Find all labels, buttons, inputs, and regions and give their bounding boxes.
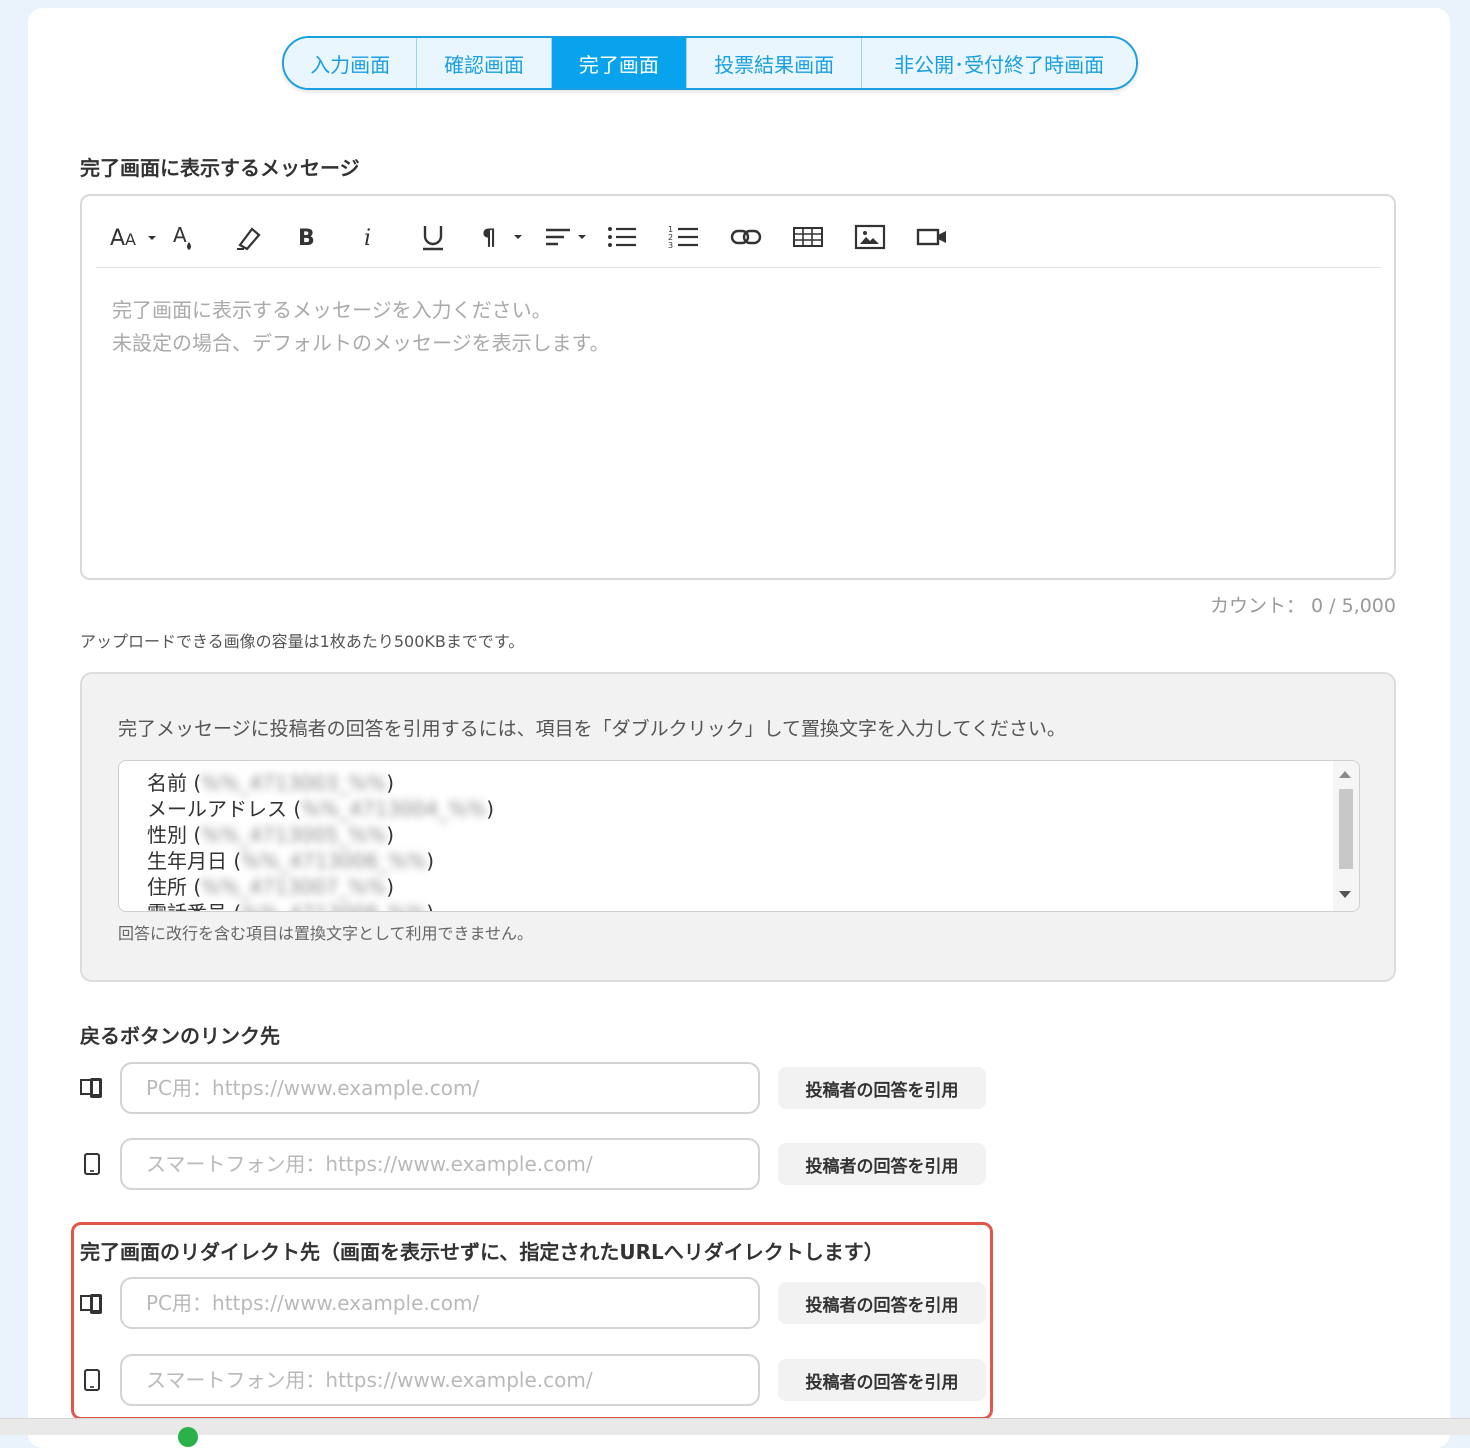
smartphone-icon (82, 1368, 102, 1396)
svg-text:A: A (125, 230, 136, 249)
screen-tabs: 入力画面 確認画面 完了画面 投票結果画面 非公開･受付終了時画面 (282, 36, 1138, 90)
bottom-bar (0, 1418, 1470, 1447)
tab-confirm-screen[interactable]: 確認画面 (417, 38, 552, 88)
list-item-end: ) (386, 823, 395, 847)
list-item-phone[interactable]: 電話番号 (%%_4713008_%%) (147, 897, 434, 911)
quote-answer-box: 完了メッセージに投稿者の回答を引用するには、項目を「ダブルクリック」して置換文字… (80, 672, 1396, 982)
list-item-end: ) (426, 901, 434, 911)
tab-input-screen[interactable]: 入力画面 (284, 38, 418, 88)
character-count: カウント： 0 / 5,000 (1209, 595, 1396, 617)
quote-instruction: 完了メッセージに投稿者の回答を引用するには、項目を「ダブルクリック」して置換文字… (118, 718, 1066, 740)
scroll-up-icon[interactable] (1339, 771, 1351, 778)
tab-complete-screen[interactable]: 完了画面 (551, 38, 688, 88)
upload-limit-note: アップロードできる画像の容量は1枚あたり500KBまでです。 (80, 632, 525, 651)
list-item-name[interactable]: 名前 (%%_4713003_%%) (147, 767, 394, 796)
redirect-pc-quote-button[interactable]: 投稿者の回答を引用 (778, 1282, 986, 1324)
bold-icon[interactable]: B (296, 217, 358, 257)
tab-closed-screen[interactable]: 非公開･受付終了時画面 (862, 38, 1136, 88)
editor-toolbar: AA A B i ¶ 123 (96, 206, 1382, 268)
list-item-label: メールアドレス ( (147, 797, 302, 821)
scroll-down-icon[interactable] (1339, 891, 1351, 898)
message-editor[interactable]: AA A B i ¶ 123 完了画面に表示するメッセージを入力ください。 未設… (80, 194, 1396, 580)
quote-note: 回答に改行を含む項目は置換文字として利用できません。 (118, 924, 534, 943)
align-icon[interactable] (544, 217, 606, 257)
pc-smartphone-icon (80, 1076, 104, 1104)
image-icon[interactable] (854, 217, 916, 257)
back-link-sp-input[interactable] (120, 1138, 760, 1190)
table-icon[interactable] (792, 217, 854, 257)
list-item-address[interactable]: 住所 (%%_4713007_%%) (147, 871, 394, 900)
list-item-code: %%_4713006_%% (241, 849, 427, 873)
list-item-gender[interactable]: 性別 (%%_4713005_%%) (147, 819, 394, 848)
status-dot-icon (178, 1427, 198, 1447)
svg-text:B: B (298, 226, 315, 251)
list-item-end: ) (426, 849, 435, 873)
svg-text:3: 3 (668, 241, 673, 250)
redirect-title: 完了画面のリダイレクト先（画面を表示せずに、指定されたURLへリダイレクトします… (80, 1240, 884, 1264)
font-color-icon[interactable]: A (172, 217, 234, 257)
back-link-pc-quote-button[interactable]: 投稿者の回答を引用 (778, 1067, 986, 1109)
list-item-code: %%_4713008_%% (241, 901, 426, 911)
back-link-pc-input[interactable] (120, 1062, 760, 1114)
list-item-email[interactable]: メールアドレス (%%_4713004_%%) (147, 793, 494, 822)
highlighter-icon[interactable] (234, 217, 296, 257)
video-icon[interactable] (916, 217, 978, 257)
redirect-sp-input[interactable] (120, 1354, 760, 1406)
list-item-end: ) (386, 875, 395, 899)
svg-text:i: i (364, 226, 371, 251)
list-item-label: 名前 ( (147, 771, 202, 795)
message-section-title: 完了画面に表示するメッセージ (80, 156, 360, 180)
pc-smartphone-icon (80, 1292, 104, 1320)
list-item-label: 電話番号 ( (147, 901, 241, 911)
font-size-icon[interactable]: AA (110, 217, 172, 257)
answer-field-list[interactable]: 名前 (%%_4713003_%%) メールアドレス (%%_4713004_%… (118, 760, 1360, 912)
list-item-end: ) (486, 797, 495, 821)
list-item-code: %%_4713003_%% (201, 771, 387, 795)
underline-icon[interactable] (420, 217, 482, 257)
tab-vote-result-screen[interactable]: 投票結果画面 (687, 38, 863, 88)
unordered-list-icon[interactable] (606, 217, 668, 257)
svg-text:A: A (110, 226, 125, 251)
list-item-label: 住所 ( (147, 875, 202, 899)
smartphone-icon (82, 1152, 102, 1180)
redirect-sp-quote-button[interactable]: 投稿者の回答を引用 (778, 1359, 986, 1401)
placeholder-line-1: 完了画面に表示するメッセージを入力ください。 (112, 298, 552, 322)
list-item-end: ) (386, 771, 395, 795)
back-link-sp-quote-button[interactable]: 投稿者の回答を引用 (778, 1143, 986, 1185)
svg-text:¶: ¶ (482, 226, 496, 251)
list-item-code: %%_4713004_%% (301, 797, 487, 821)
list-item-label: 性別 ( (147, 823, 202, 847)
italic-icon[interactable]: i (358, 217, 420, 257)
paragraph-icon[interactable]: ¶ (482, 217, 544, 257)
list-item-code: %%_4713007_%% (201, 875, 387, 899)
list-item-label: 生年月日 ( (147, 849, 242, 873)
placeholder-line-2: 未設定の場合、デフォルトのメッセージを表示します。 (112, 331, 610, 355)
list-scrollbar[interactable] (1333, 761, 1359, 911)
link-icon[interactable] (730, 217, 792, 257)
ordered-list-icon[interactable]: 123 (668, 217, 730, 257)
svg-text:A: A (173, 223, 187, 247)
scroll-thumb[interactable] (1339, 789, 1353, 869)
list-item-birthdate[interactable]: 生年月日 (%%_4713006_%%) (147, 845, 434, 874)
back-link-title: 戻るボタンのリンク先 (80, 1024, 280, 1048)
editor-placeholder: 完了画面に表示するメッセージを入力ください。 未設定の場合、デフォルトのメッセー… (112, 294, 610, 360)
list-item-code: %%_4713005_%% (201, 823, 387, 847)
redirect-pc-input[interactable] (120, 1277, 760, 1329)
